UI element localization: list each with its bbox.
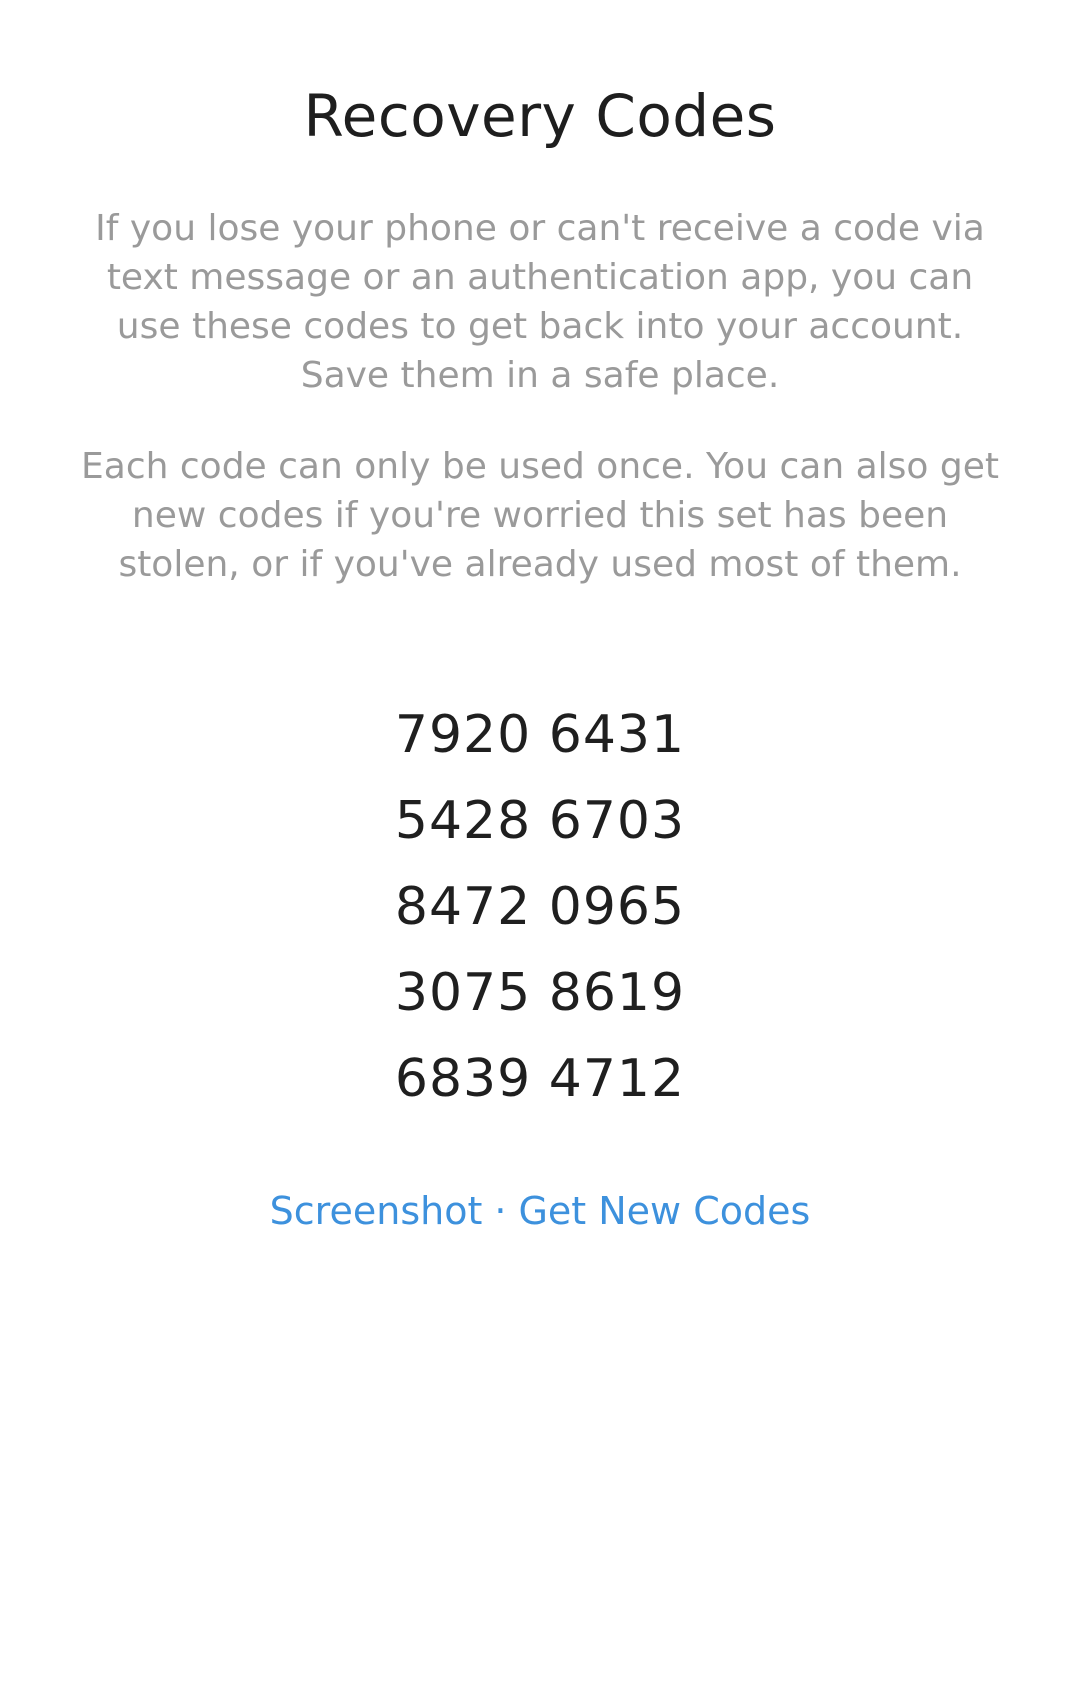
screenshot-link[interactable]: Screenshot — [270, 1189, 483, 1233]
link-separator: · — [494, 1189, 507, 1233]
get-new-codes-link[interactable]: Get New Codes — [518, 1189, 810, 1233]
recovery-code: 3075 8619 — [394, 963, 686, 1023]
action-links: Screenshot · Get New Codes — [0, 1186, 1080, 1236]
page-title: Recovery Codes — [303, 82, 777, 150]
recovery-code: 7920 6431 — [394, 705, 686, 765]
description-paragraph-1: If you lose your phone or can't receive … — [95, 208, 985, 396]
recovery-code: 6839 4712 — [394, 1049, 686, 1109]
description-paragraph-2: Each code can only be used once. You can… — [81, 446, 999, 585]
recovery-code-list: 7920 6431 5428 6703 8472 0965 3075 8619 … — [0, 692, 1080, 1122]
recovery-code: 8472 0965 — [394, 877, 686, 937]
recovery-code: 5428 6703 — [394, 791, 686, 851]
recovery-codes-screen: Recovery Codes If you lose your phone or… — [0, 0, 1080, 1704]
